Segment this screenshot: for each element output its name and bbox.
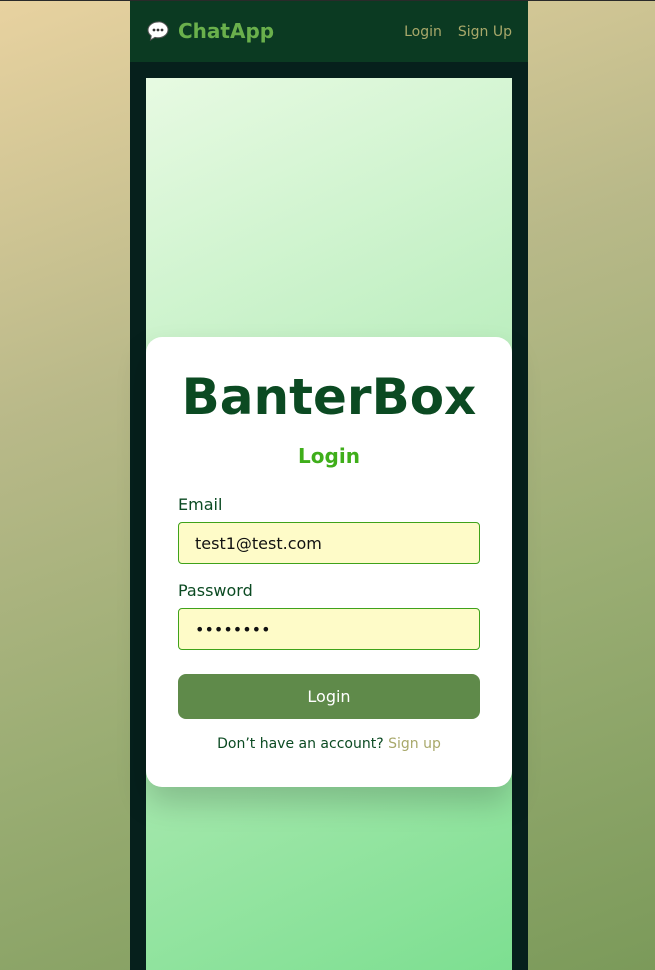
form-title: Login [298,444,360,468]
email-field[interactable] [178,522,480,564]
nav-login-link[interactable]: Login [404,23,442,41]
signup-prompt-line: Don’t have an account? Sign up [146,735,512,753]
login-card: BanterBox Login Email Password Login Don… [146,337,512,787]
brand[interactable]: ChatApp [146,19,274,43]
password-field[interactable] [178,608,480,650]
password-label: Password [178,581,253,600]
brand-name: ChatApp [178,19,275,43]
email-label: Email [178,495,223,514]
nav-signup-link[interactable]: Sign Up [458,23,512,41]
app-title: BanterBox [181,368,477,426]
nav-links: Login Sign Up [388,23,512,41]
signup-prompt-text: Don’t have an account? [217,736,384,752]
navbar: ChatApp Login Sign Up [130,1,528,62]
app-frame: ChatApp Login Sign Up BanterBox Login Em… [130,1,528,970]
signup-link[interactable]: Sign up [388,736,441,752]
login-button[interactable]: Login [178,674,480,719]
chat-bubble-icon [146,19,170,43]
